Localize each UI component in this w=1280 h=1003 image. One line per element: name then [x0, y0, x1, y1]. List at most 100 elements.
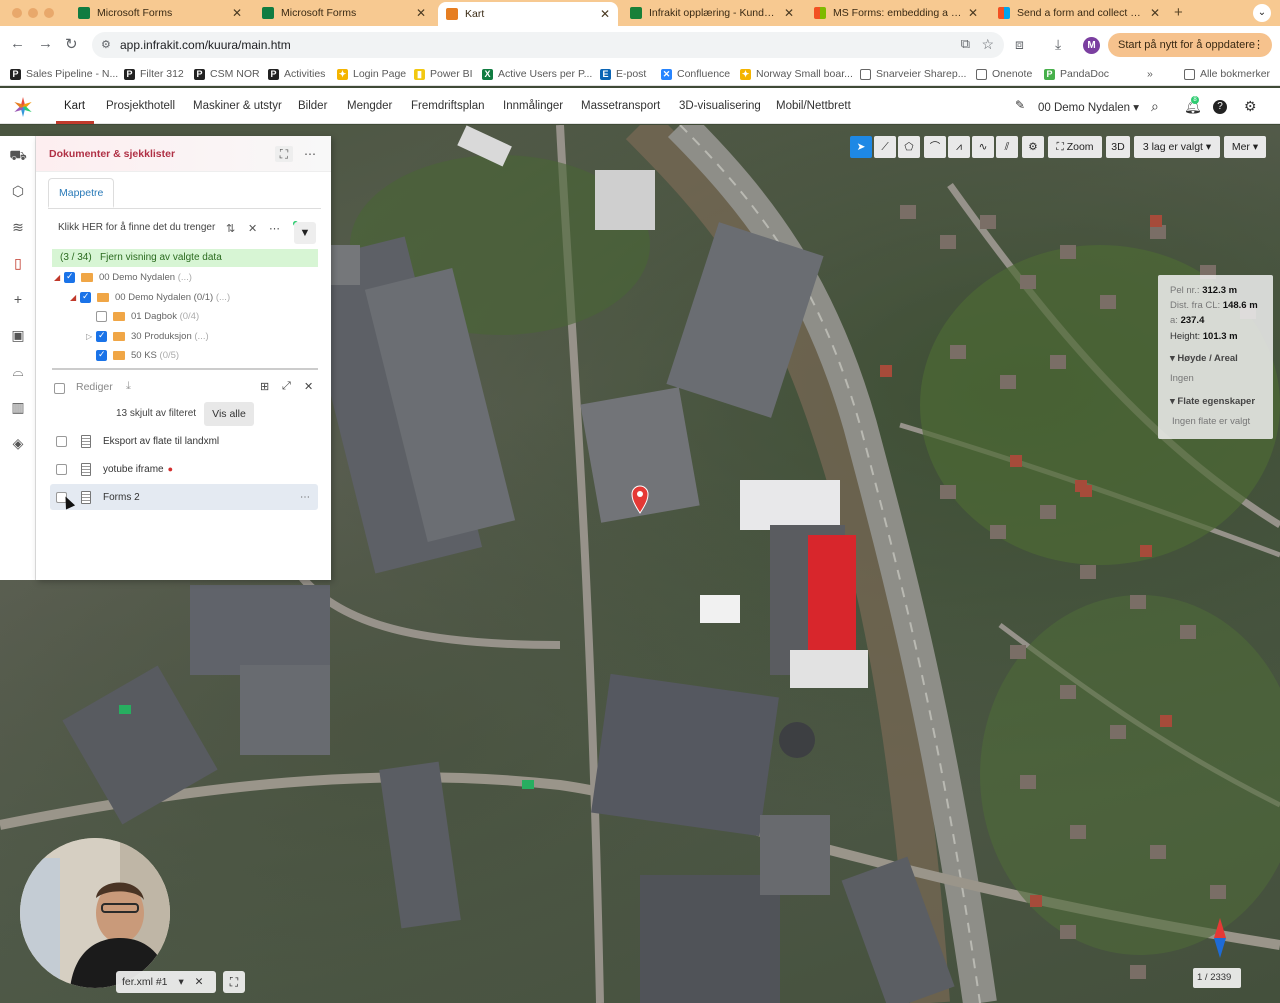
browser-tab[interactable]: Microsoft Forms ✕ — [70, 2, 250, 24]
bookmark[interactable]: P CSM NOR — [194, 68, 260, 80]
search-icon[interactable]: ⌕ — [1151, 98, 1159, 115]
fullscreen-icon[interactable]: ⤢ — [282, 380, 291, 393]
filter-icon[interactable]: ▼ — [294, 222, 316, 244]
wave-icon[interactable]: ∿ — [972, 136, 994, 158]
row-checkbox[interactable] — [56, 435, 67, 447]
document-row[interactable]: Eksport av flate til landxml — [50, 428, 318, 454]
select-pointer-icon[interactable]: ➤ — [850, 136, 872, 158]
cast-icon[interactable]: ⧉ — [961, 36, 970, 52]
nav-prosjekthotell[interactable]: Prosjekthotell — [106, 100, 175, 112]
terrain-icon[interactable]: ⌓ — [9, 362, 27, 380]
help-icon[interactable]: ? — [1213, 100, 1227, 114]
bookmark[interactable]: E E-post — [600, 68, 646, 80]
image-icon[interactable]: ▣ — [9, 326, 27, 344]
window-zoom-dot[interactable] — [44, 8, 54, 18]
more-horiz-icon[interactable]: ⋯ — [301, 146, 319, 162]
measure-line-icon[interactable]: ⟋ — [874, 136, 896, 158]
tree-node[interactable]: ▷ 30 Produksjon (...) — [86, 330, 209, 342]
chevron-down-icon[interactable]: ◢ — [54, 273, 64, 282]
chevron-down-icon[interactable]: ◢ — [70, 293, 80, 302]
tab-mappetre[interactable]: Mappetre — [48, 178, 115, 208]
browser-tab-active[interactable]: Kart ✕ — [438, 2, 618, 26]
selection-bar[interactable]: (3 / 34) Fjern visning av valgte data — [52, 249, 318, 267]
close-icon[interactable]: ✕ — [968, 6, 978, 20]
address-bar[interactable]: ⚙ app.infrakit.com/kuura/main.htm ⧉ ☆ — [92, 32, 1004, 58]
nav-mobil[interactable]: Mobil/Nettbrett — [776, 100, 851, 112]
folder-search-input[interactable]: Klikk HER for å finne det du trenger — [58, 222, 215, 233]
compass-icon[interactable] — [1213, 918, 1227, 958]
window-close-dot[interactable] — [12, 8, 22, 18]
tree-node[interactable]: ◢ 00 Demo Nydalen (0/1) (...) — [70, 291, 230, 303]
tree-checkbox[interactable] — [96, 330, 107, 342]
site-settings-icon[interactable]: ⚙ — [101, 38, 111, 51]
collapse-icon[interactable]: ✕ — [248, 222, 257, 235]
bookmark[interactable]: ✦ Login Page — [337, 68, 406, 80]
nav-kart[interactable]: Kart — [64, 100, 85, 112]
infrakit-logo-icon[interactable] — [12, 96, 34, 118]
select-all-checkbox[interactable] — [54, 383, 65, 394]
measure-area-icon[interactable]: ⬠ — [898, 136, 920, 158]
more-horiz-icon[interactable]: ⋯ — [300, 492, 310, 503]
bookmark[interactable]: P Activities — [268, 68, 325, 80]
row-checkbox[interactable] — [56, 463, 67, 475]
browser-tab[interactable]: Infrakit opplæring - Kundetilf ✕ — [622, 2, 802, 24]
expand-icon[interactable]: ⛶ — [275, 146, 293, 162]
close-icon[interactable]: ✕ — [304, 380, 313, 393]
file-dropdown[interactable]: fer.xml #1 ▾ ✕ — [116, 971, 216, 993]
crosshair-icon[interactable]: + — [9, 290, 27, 308]
bookmark-folder[interactable]: Onenote — [976, 68, 1032, 80]
resize-handle[interactable] — [52, 368, 318, 370]
browser-tab[interactable]: Microsoft Forms ✕ — [254, 2, 434, 24]
bookmark[interactable]: P PandaDoc — [1044, 68, 1109, 80]
grid-icon[interactable]: ⊞ — [260, 380, 269, 393]
window-minimize-dot[interactable] — [28, 8, 38, 18]
machine-icon[interactable]: ⛟ — [9, 146, 27, 164]
close-icon[interactable]: ✕ — [195, 976, 204, 988]
document-row[interactable]: Forms 2 ⋯ — [50, 484, 318, 510]
layers-dropdown[interactable]: 3 lag er valgt ▾ — [1134, 136, 1220, 158]
zoom-button[interactable]: ⛶ Zoom — [1048, 136, 1102, 158]
tree-node[interactable]: 50 KS (0/5) — [86, 349, 179, 361]
nav-innmalinger[interactable]: Innmålinger — [503, 100, 563, 112]
chevron-down-icon[interactable]: ⌄ — [1253, 4, 1271, 22]
bookmark[interactable]: ✕ Confluence — [661, 68, 730, 80]
update-button[interactable]: Start på nytt for å oppdatere ⋮ — [1108, 33, 1272, 57]
tree-node[interactable]: 01 Dagbok (0/4) — [86, 311, 199, 322]
download-icon[interactable]: ⤓ — [126, 380, 131, 393]
tree-checkbox[interactable] — [96, 311, 107, 322]
bookmark-folder[interactable]: Snarveier Sharep... — [860, 68, 966, 80]
close-icon[interactable]: ✕ — [600, 7, 610, 21]
section-hoyde-areal[interactable]: ▾ Høyde / Areal — [1170, 353, 1238, 364]
tree-checkbox[interactable] — [80, 291, 91, 303]
nav-massetransport[interactable]: Massetransport — [581, 100, 660, 112]
show-all-button[interactable]: Vis alle — [204, 402, 254, 426]
browser-tab[interactable]: MS Forms: embedding a form ✕ — [806, 2, 986, 24]
project-selector[interactable]: 00 Demo Nydalen ▾ — [1016, 100, 1139, 114]
document-icon[interactable]: ▯ — [9, 254, 27, 272]
close-icon[interactable]: ✕ — [784, 6, 794, 20]
all-bookmarks[interactable]: Alle bokmerker — [1184, 68, 1270, 80]
cube-icon[interactable]: ⬡ — [9, 182, 27, 200]
profile-avatar[interactable]: M — [1083, 37, 1100, 54]
section-flate-egenskaper[interactable]: ▾ Flate egenskaper — [1170, 396, 1255, 407]
fullscreen-icon[interactable]: ⛶ — [223, 971, 245, 993]
chevron-right-icon[interactable]: ▷ — [86, 332, 96, 341]
gear-icon[interactable]: ⚙ — [1244, 98, 1257, 115]
bookmark[interactable]: ✦ Norway Small boar... — [740, 68, 853, 80]
slope-icon[interactable]: ⩘ — [948, 136, 970, 158]
new-tab-icon[interactable]: + — [1174, 4, 1183, 21]
bookmark[interactable]: ▮ Power BI — [414, 68, 473, 80]
back-icon[interactable]: ← — [10, 35, 25, 52]
tree-node[interactable]: ◢ 00 Demo Nydalen (...) — [54, 271, 192, 283]
cut-fill-icon[interactable]: ⫽ — [996, 136, 1018, 158]
close-icon[interactable]: ✕ — [416, 6, 426, 20]
bookmark[interactable]: P Sales Pipeline - N... — [10, 68, 118, 80]
settings-tool-icon[interactable]: ⚙ — [1022, 136, 1044, 158]
document-row[interactable]: yotube iframe ● — [50, 456, 318, 482]
nav-3d-visualisering[interactable]: 3D-visualisering — [679, 100, 761, 112]
more-horiz-icon[interactable]: ⋯ — [269, 222, 280, 235]
reload-icon[interactable]: ↻ — [65, 35, 78, 53]
edit-button[interactable]: Rediger — [76, 381, 113, 393]
more-dropdown[interactable]: Mer ▾ — [1224, 136, 1266, 158]
layers-icon[interactable]: ≋ — [9, 218, 27, 236]
